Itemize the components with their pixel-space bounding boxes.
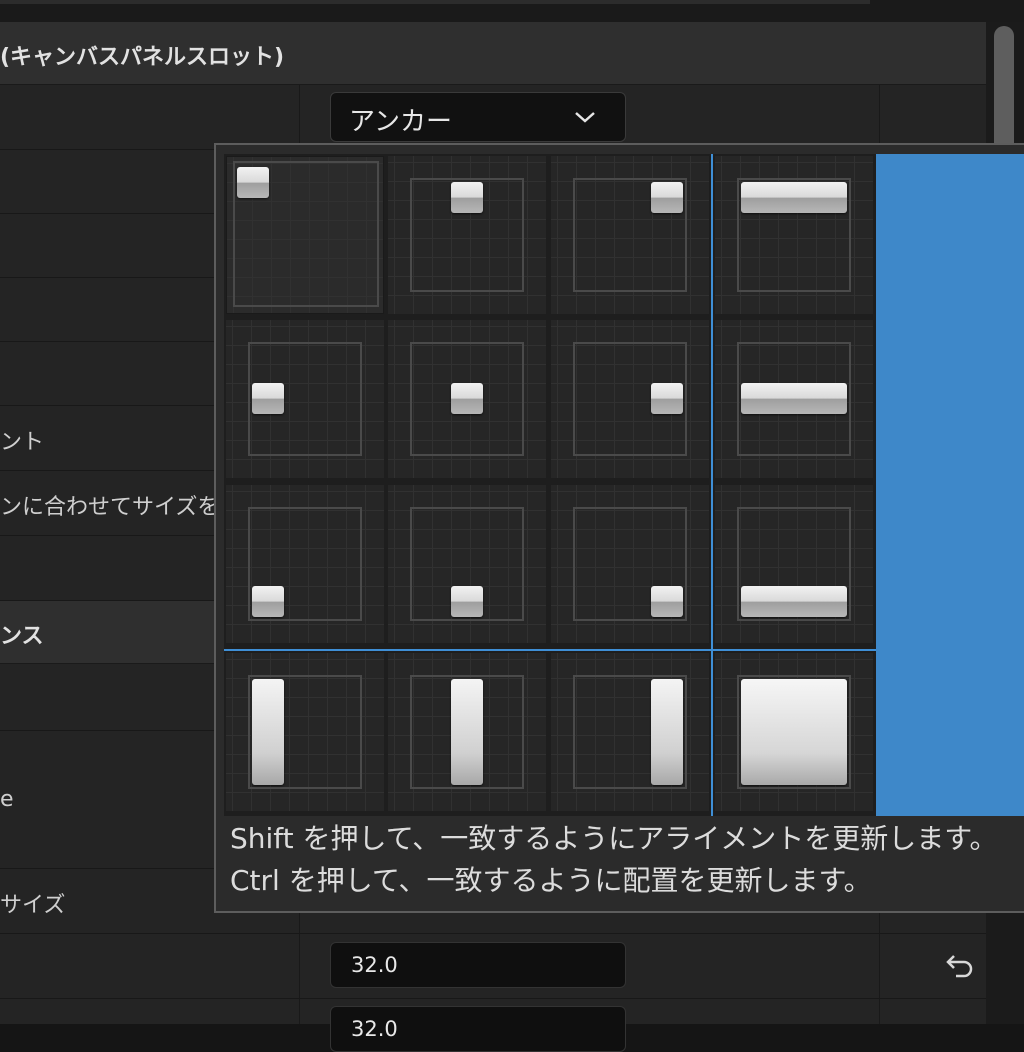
hint-ctrl: Ctrl を押して、一致するように配置を更新します。 (230, 864, 872, 897)
anchor-preset-top-stretch[interactable] (715, 156, 873, 314)
property-label: ンに合わせてサイズを (0, 495, 220, 520)
anchor-preset-center-right[interactable] (551, 320, 709, 478)
value-text: 32.0 (351, 953, 398, 977)
anchor-preset-center[interactable] (388, 320, 546, 478)
value-text: 32.0 (351, 1017, 398, 1041)
anchor-dropdown-value: アンカー (349, 107, 452, 137)
property-label: ント (0, 430, 45, 455)
anchor-preset-center-vertical-stretch[interactable] (388, 653, 546, 811)
anchor-preset-full-stretch[interactable] (715, 653, 873, 811)
anchor-preset-center-stretch[interactable] (715, 320, 873, 478)
anchor-grid-divider-horizontal (224, 649, 876, 651)
anchor-preset-right-stretch[interactable] (551, 653, 709, 811)
anchor-preset-left-stretch[interactable] (226, 653, 384, 811)
value-field-1[interactable]: 32.0 (330, 942, 626, 988)
chevron-down-icon (575, 112, 595, 123)
anchor-preview-panel (876, 154, 1024, 816)
property-label: e (0, 787, 14, 812)
hint-shift: Shift を押して、一致するようにアライメントを更新します。 (230, 822, 998, 855)
section-title: (キャンバスパネルスロット) (0, 45, 285, 70)
reset-arrow-icon[interactable] (944, 952, 976, 980)
anchor-popup-hint: Shift を押して、一致するようにアライメントを更新します。 Ctrl を押し… (230, 818, 998, 902)
value-field-2[interactable]: 32.0 (330, 1006, 626, 1052)
anchor-preset-top-center[interactable] (388, 156, 546, 314)
anchor-preset-top-right[interactable] (551, 156, 709, 314)
section-header-canvas-slot[interactable]: (キャンバスパネルスロット) (0, 22, 986, 85)
anchor-preset-bottom-left[interactable] (226, 485, 384, 643)
top-toolbar (0, 0, 1024, 22)
anchor-preset-center-left[interactable] (226, 320, 384, 478)
property-label: サイズ (0, 893, 66, 918)
section-title: ンス (0, 624, 44, 649)
anchor-preset-bottom-stretch[interactable] (715, 485, 873, 643)
anchor-preset-bottom-center[interactable] (388, 485, 546, 643)
anchor-preset-bottom-right[interactable] (551, 485, 709, 643)
anchor-preset-top-left[interactable] (226, 156, 384, 314)
anchor-dropdown[interactable]: アンカー (330, 92, 626, 142)
anchor-grid-divider-vertical (711, 154, 713, 816)
